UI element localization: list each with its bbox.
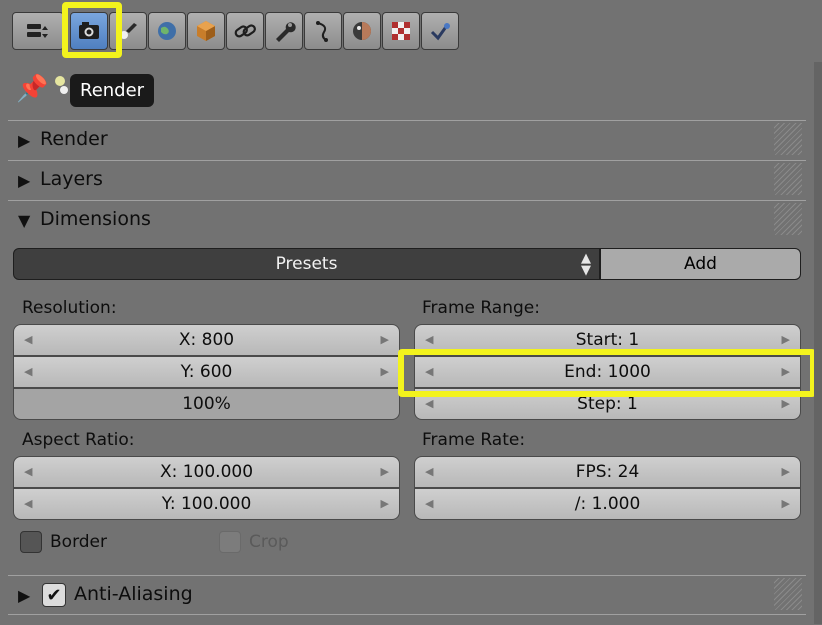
increment-arrow-icon[interactable]: ▶ — [782, 397, 790, 410]
panel-dimensions-title: Dimensions — [40, 208, 151, 230]
resolution-y-value: Y: 600 — [180, 362, 233, 382]
panel-layers-header[interactable]: ▶ Layers — [8, 160, 806, 200]
tab-object[interactable] — [187, 12, 225, 50]
resolution-x-field[interactable]: ◀ X: 800 ▶ — [13, 324, 400, 356]
collapsed-arrow-icon: ▶ — [18, 131, 31, 150]
fps-base-value: /: 1.000 — [574, 494, 641, 514]
aspect-x-field[interactable]: ◀ X: 100.000 ▶ — [13, 456, 400, 488]
frame-rate-label: Frame Rate: — [422, 430, 526, 450]
aspect-y-field[interactable]: ◀ Y: 100.000 ▶ — [13, 488, 400, 520]
increment-arrow-icon[interactable]: ▶ — [381, 497, 389, 510]
resolution-percent-value: 100% — [182, 394, 231, 414]
object-cube-icon — [197, 21, 215, 41]
increment-arrow-icon[interactable]: ▶ — [782, 465, 790, 478]
increment-arrow-icon[interactable]: ▶ — [782, 333, 790, 346]
tab-data[interactable] — [304, 12, 342, 50]
panel-layers-title: Layers — [40, 168, 103, 190]
aspect-y-value: Y: 100.000 — [161, 494, 252, 514]
decrement-arrow-icon[interactable]: ◀ — [24, 365, 32, 378]
constraints-link-icon — [234, 24, 256, 38]
context-row: 📌 Render — [0, 62, 822, 120]
decrement-arrow-icon[interactable]: ◀ — [24, 333, 32, 346]
tab-constraints[interactable] — [226, 12, 264, 50]
fps-field[interactable]: ◀ FPS: 24 ▶ — [414, 456, 801, 488]
modifiers-wrench-icon — [276, 22, 296, 42]
increment-arrow-icon[interactable]: ▶ — [381, 333, 389, 346]
drag-grip-icon[interactable] — [774, 163, 802, 195]
collapsed-arrow-icon: ▶ — [18, 586, 31, 605]
render-tab-highlight — [62, 2, 122, 58]
aspect-x-value: X: 100.000 — [159, 462, 254, 482]
render-dot-icon — [60, 86, 68, 94]
properties-header — [0, 0, 822, 62]
world-icon — [158, 22, 176, 40]
tab-modifiers[interactable] — [265, 12, 303, 50]
frame-end-highlight — [398, 349, 816, 397]
panel-next-header[interactable] — [8, 614, 806, 625]
frame-range-label: Frame Range: — [422, 298, 540, 318]
tab-particles[interactable] — [421, 12, 459, 50]
antialiasing-checkbox[interactable]: ✔ — [42, 583, 66, 607]
expanded-arrow-icon: ▼ — [18, 211, 31, 230]
drag-grip-icon[interactable] — [774, 578, 802, 610]
aspect-ratio-label: Aspect Ratio: — [22, 430, 135, 450]
add-preset-button[interactable]: Add — [600, 248, 801, 280]
frame-step-value: Step: 1 — [577, 394, 638, 414]
decrement-arrow-icon[interactable]: ◀ — [425, 333, 433, 346]
tab-world[interactable] — [148, 12, 186, 50]
resolution-label: Resolution: — [22, 298, 117, 318]
fps-value: FPS: 24 — [575, 462, 640, 482]
crop-label: Crop — [249, 532, 289, 552]
render-layers-icon — [27, 24, 48, 38]
resolution-y-field[interactable]: ◀ Y: 600 ▶ — [13, 356, 400, 388]
increment-arrow-icon[interactable]: ▶ — [381, 465, 389, 478]
particles-icon — [430, 23, 450, 41]
drag-grip-icon[interactable] — [774, 123, 802, 155]
texture-checker-icon — [392, 22, 410, 40]
up-down-arrows-icon: ▲ ▼ — [581, 251, 591, 278]
border-label: Border — [50, 532, 107, 552]
crop-checkbox[interactable] — [219, 531, 241, 553]
panel-dimensions-header[interactable]: ▼ Dimensions — [8, 200, 806, 240]
collapsed-arrow-icon: ▶ — [18, 171, 31, 190]
pin-icon[interactable]: 📌 — [16, 74, 48, 104]
decrement-arrow-icon[interactable]: ◀ — [425, 397, 433, 410]
drag-grip-icon[interactable] — [774, 203, 802, 235]
tab-texture[interactable] — [382, 12, 420, 50]
decrement-arrow-icon[interactable]: ◀ — [425, 465, 433, 478]
data-curve-icon — [316, 21, 328, 42]
decrement-arrow-icon[interactable]: ◀ — [24, 497, 32, 510]
increment-arrow-icon[interactable]: ▶ — [381, 365, 389, 378]
tooltip: Render — [70, 74, 155, 107]
presets-dropdown[interactable]: Presets ▲ ▼ — [13, 248, 600, 280]
tab-material[interactable] — [343, 12, 381, 50]
frame-start-value: Start: 1 — [575, 330, 640, 350]
editor-type-button[interactable] — [12, 12, 64, 50]
checkmark-icon: ✔ — [46, 584, 62, 606]
border-checkbox[interactable] — [20, 531, 42, 553]
panel-render-header[interactable]: ▶ Render — [8, 120, 806, 160]
presets-label: Presets — [275, 254, 338, 274]
increment-arrow-icon[interactable]: ▶ — [782, 497, 790, 510]
panel-render-title: Render — [40, 128, 108, 150]
decrement-arrow-icon[interactable]: ◀ — [425, 497, 433, 510]
panel-scroll-edge — [814, 62, 822, 624]
scene-dot-icon — [55, 76, 65, 86]
resolution-x-value: X: 800 — [178, 330, 235, 350]
panel-antialiasing-header[interactable]: ▶ Anti-Aliasing — [8, 575, 806, 615]
fps-base-field[interactable]: ◀ /: 1.000 ▶ — [414, 488, 801, 520]
resolution-percent-slider[interactable]: 100% — [13, 388, 400, 420]
panel-antialiasing-title: Anti-Aliasing — [74, 583, 193, 605]
decrement-arrow-icon[interactable]: ◀ — [24, 465, 32, 478]
material-sphere-icon — [353, 22, 371, 40]
